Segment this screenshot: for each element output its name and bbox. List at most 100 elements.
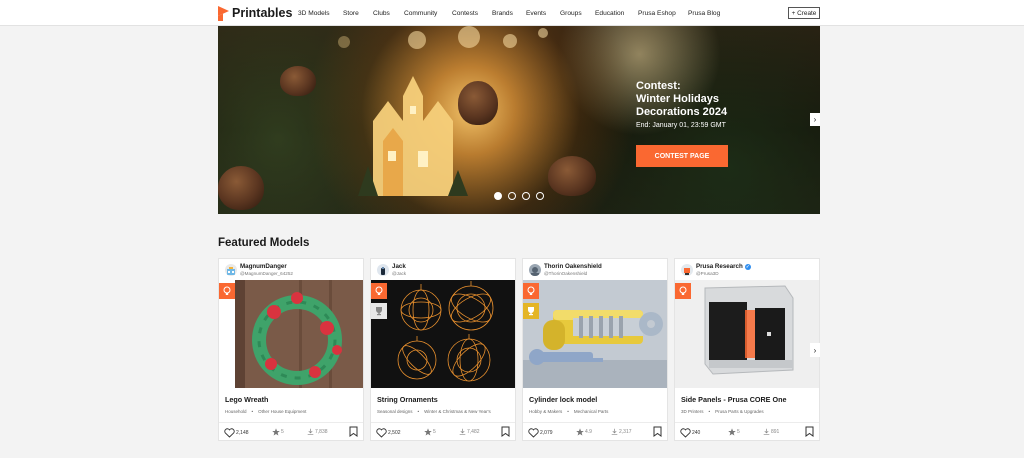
nav-item-prusa-blog[interactable]: Prusa Blog xyxy=(688,10,720,17)
category-link[interactable]: 3D Printers xyxy=(681,409,704,414)
author-name-text[interactable]: Prusa Research xyxy=(696,263,743,270)
rating-value: 5 xyxy=(737,429,740,435)
bookmark-button[interactable] xyxy=(805,426,814,439)
divider xyxy=(675,422,819,423)
card-author[interactable]: Jack @Jack xyxy=(371,259,515,280)
model-image[interactable] xyxy=(675,280,819,388)
contest-page-button[interactable]: CONTEST PAGE xyxy=(636,145,728,167)
divider xyxy=(371,422,515,423)
carousel-dot[interactable] xyxy=(508,192,516,200)
category-link[interactable]: Seasonal designs xyxy=(377,409,413,414)
nav-item-store[interactable]: Store xyxy=(343,10,359,17)
nav-item-events[interactable]: Events xyxy=(526,10,546,17)
downloads: 7,838 xyxy=(307,428,328,435)
download-count: 7,838 xyxy=(315,428,328,435)
verified-icon: ✓ xyxy=(744,264,751,270)
model-title[interactable]: String Ornaments xyxy=(377,395,438,404)
category-link[interactable]: Mechanical Parts xyxy=(574,409,609,414)
nav-item-3d-models[interactable]: 3D Models xyxy=(298,10,330,17)
author-name[interactable]: Prusa Research ✓ xyxy=(696,263,751,270)
like-count: 2,148 xyxy=(236,430,249,436)
contest-badge xyxy=(523,303,539,319)
card-author[interactable]: MagnumDanger @MagnumDanger_64252 xyxy=(219,259,363,280)
create-button[interactable]: + Create xyxy=(788,7,820,19)
bookmark-button[interactable] xyxy=(501,426,510,439)
bokeh-light xyxy=(408,31,426,49)
author-name[interactable]: MagnumDanger xyxy=(240,263,287,270)
model-categories: Household • Other House Equipment xyxy=(225,409,306,414)
download-icon xyxy=(307,428,314,435)
model-card[interactable]: Thorin Oakenshield @ThorinOakenshield Cy… xyxy=(522,258,668,441)
category-link[interactable]: Winter & Christmas & New Year's xyxy=(424,409,491,414)
model-image[interactable] xyxy=(523,280,667,388)
avatar[interactable] xyxy=(225,264,237,276)
nav-item-contests[interactable]: Contests xyxy=(452,10,478,17)
like-button[interactable]: 240 xyxy=(680,428,700,438)
nav-item-community[interactable]: Community xyxy=(404,10,437,17)
hero-carousel: Contest: Winter Holidays Decorations 202… xyxy=(218,26,820,214)
model-title[interactable]: Lego Wreath xyxy=(225,395,268,404)
avatar[interactable] xyxy=(377,264,389,276)
category-separator: • xyxy=(567,409,569,414)
model-card[interactable]: Prusa Research ✓ @Prusa3D Side Panels - P… xyxy=(674,258,820,441)
printables-logo-icon xyxy=(218,5,229,21)
nav-item-prusa-eshop[interactable]: Prusa Eshop xyxy=(638,10,676,17)
carousel-dot[interactable] xyxy=(536,192,544,200)
nav-item-brands[interactable]: Brands xyxy=(492,10,513,17)
bookmark-button[interactable] xyxy=(653,426,662,439)
contest-info: Contest: Winter Holidays Decorations 202… xyxy=(636,80,727,129)
author-name[interactable]: Thorin Oakenshield xyxy=(544,263,602,270)
model-stats: 240 5 891 xyxy=(675,425,819,439)
contest-heading-name-2: Decorations 2024 xyxy=(636,106,728,118)
chevron-right-icon: › xyxy=(813,345,817,355)
lightbulb-icon xyxy=(223,286,231,295)
like-button[interactable]: 2,079 xyxy=(528,428,553,438)
model-image[interactable] xyxy=(371,280,515,388)
star-icon xyxy=(728,428,736,436)
author-name[interactable]: Jack xyxy=(392,263,406,270)
download-icon xyxy=(459,428,466,435)
like-count: 2,079 xyxy=(540,430,553,436)
model-categories: Seasonal designs • Winter & Christmas & Ne… xyxy=(377,409,491,414)
bokeh-light xyxy=(338,36,350,48)
top-navigation-bar: Printables 3D Models Store Clubs Communi… xyxy=(0,0,1024,26)
category-link[interactable]: Prusa Parts & Upgrades xyxy=(715,409,764,414)
download-count: 7,482 xyxy=(467,428,480,435)
model-categories: 3D Printers • Prusa Parts & Upgrades xyxy=(681,409,764,414)
like-count: 2,502 xyxy=(388,430,401,436)
model-image[interactable] xyxy=(219,280,363,388)
rating: 5 xyxy=(272,428,284,436)
nav-item-education[interactable]: Education xyxy=(595,10,624,17)
carousel-dot[interactable] xyxy=(494,192,502,200)
printables-logo[interactable]: Printables xyxy=(218,5,292,21)
like-button[interactable]: 2,502 xyxy=(376,428,401,438)
featured-badge xyxy=(675,283,691,299)
model-card[interactable]: Jack @Jack String Ornaments Seasonal des… xyxy=(370,258,516,441)
bokeh-light xyxy=(538,28,548,38)
bookmark-button[interactable] xyxy=(349,426,358,439)
card-author[interactable]: Prusa Research ✓ @Prusa3D xyxy=(675,259,819,280)
nav-item-clubs[interactable]: Clubs xyxy=(373,10,390,17)
chevron-right-icon: › xyxy=(813,115,817,124)
heart-icon xyxy=(224,428,235,438)
model-card[interactable]: MagnumDanger @MagnumDanger_64252 Lego Wr… xyxy=(218,258,364,441)
featured-next-button[interactable]: › xyxy=(810,343,820,357)
model-title[interactable]: Cylinder lock model xyxy=(529,395,597,404)
carousel-next-button[interactable]: › xyxy=(810,113,820,126)
category-link[interactable]: Other House Equipment xyxy=(258,409,306,414)
card-author[interactable]: Thorin Oakenshield @ThorinOakenshield xyxy=(523,259,667,280)
nav-item-groups[interactable]: Groups xyxy=(560,10,582,17)
heart-icon xyxy=(376,428,387,438)
heart-icon xyxy=(680,428,691,438)
model-stats: 2,148 5 7,838 xyxy=(219,425,363,439)
category-link[interactable]: Hobby & Makers xyxy=(529,409,562,414)
author-handle: @Prusa3D xyxy=(696,270,719,276)
like-button[interactable]: 2,148 xyxy=(224,428,249,438)
avatar[interactable] xyxy=(681,264,693,276)
contest-end-date: End: January 01, 23:59 GMT xyxy=(636,122,726,129)
avatar[interactable] xyxy=(529,264,541,276)
carousel-dot[interactable] xyxy=(522,192,530,200)
category-link[interactable]: Household xyxy=(225,409,247,414)
model-title[interactable]: Side Panels - Prusa CORE One xyxy=(681,395,786,404)
model-stats: 2,079 4.9 2,317 xyxy=(523,425,667,439)
